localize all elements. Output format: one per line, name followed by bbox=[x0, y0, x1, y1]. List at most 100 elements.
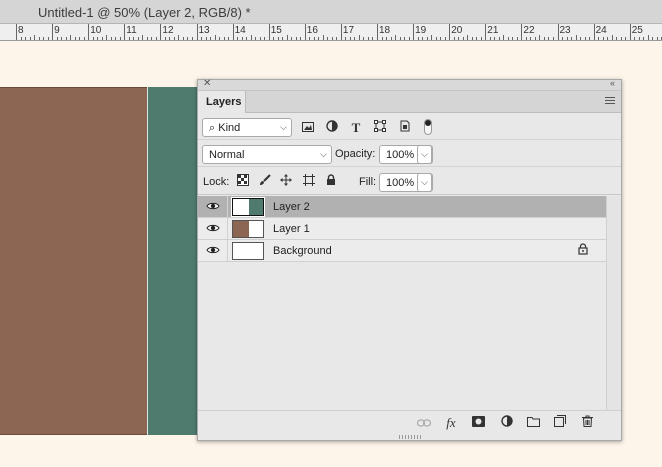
ruler-tick bbox=[219, 37, 221, 40]
ruler-label: 14 bbox=[234, 25, 246, 36]
eye-icon[interactable] bbox=[206, 200, 220, 214]
lock-image-pixels-icon[interactable] bbox=[257, 174, 273, 190]
layer-thumbnail bbox=[232, 220, 264, 238]
smart-object-filter-icon[interactable] bbox=[397, 120, 413, 136]
ruler-tick bbox=[196, 24, 198, 40]
ruler-tick bbox=[155, 37, 157, 40]
ruler-tick bbox=[629, 24, 631, 40]
ruler-tick bbox=[65, 37, 67, 40]
ruler-tick bbox=[169, 37, 171, 40]
image-filter-icon[interactable] bbox=[300, 120, 316, 136]
layer-list-scrollbar[interactable] bbox=[606, 196, 621, 410]
blend-mode-value: Normal bbox=[209, 149, 245, 161]
ruler-tick bbox=[530, 37, 532, 40]
ruler-tick bbox=[47, 37, 49, 40]
horizontal-ruler[interactable]: 8 9 10 11 12 13 14 15 16 17 18 19 20 21 22 23 24 25 bbox=[0, 24, 662, 41]
ruler-tick bbox=[340, 24, 342, 40]
opacity-label: Opacity: bbox=[335, 148, 376, 160]
document-tab[interactable]: Untitled-1 @ 50% (Layer 2, RGB/8) * bbox=[0, 0, 662, 24]
lock-transparent-pixels-icon[interactable] bbox=[235, 174, 251, 190]
blend-mode-select[interactable]: Normal ⌵ bbox=[202, 145, 332, 164]
fill-dropdown-button[interactable]: ⌵ bbox=[417, 173, 432, 192]
ruler-tick bbox=[602, 37, 604, 40]
ruler-tick bbox=[223, 37, 225, 40]
ruler-tick bbox=[237, 37, 239, 40]
ruler-tick bbox=[101, 37, 103, 40]
ruler-tick bbox=[61, 37, 63, 40]
layer-row-background[interactable]: Background bbox=[198, 240, 606, 262]
ruler-label: 20 bbox=[451, 25, 463, 36]
ruler-tick bbox=[246, 37, 248, 40]
ruler-tick bbox=[390, 37, 392, 40]
ruler-tick bbox=[611, 35, 613, 40]
ruler-tick bbox=[503, 35, 505, 40]
ruler-tick bbox=[241, 37, 243, 40]
ruler-tick bbox=[494, 37, 496, 40]
opacity-dropdown-button[interactable]: ⌵ bbox=[417, 145, 432, 164]
layer-list: Layer 2 Layer 1 Background bbox=[198, 196, 606, 410]
close-icon[interactable]: ✕ bbox=[203, 78, 211, 89]
ruler-tick bbox=[598, 37, 600, 40]
fill-label: Fill: bbox=[359, 176, 377, 188]
layer-row-layer-1[interactable]: Layer 1 bbox=[198, 218, 606, 240]
panel-menu-icon[interactable] bbox=[605, 97, 615, 105]
link-layers-icon[interactable] bbox=[416, 415, 432, 431]
resize-grip[interactable] bbox=[399, 435, 421, 439]
filter-kind-select[interactable]: ⌕ Kind ⌵ bbox=[202, 118, 292, 137]
lock-all-icon[interactable] bbox=[323, 174, 339, 190]
ruler-tick bbox=[83, 37, 85, 40]
ruler-tick bbox=[467, 35, 469, 40]
ruler-tick bbox=[43, 37, 45, 40]
ruler-tick bbox=[70, 35, 72, 40]
lock-artboard-icon[interactable] bbox=[301, 174, 317, 190]
lock-label: Lock: bbox=[203, 176, 230, 188]
shape-filter-icon[interactable] bbox=[372, 120, 388, 136]
tab-layers[interactable]: Layers bbox=[198, 91, 246, 113]
layer-name: Background bbox=[273, 245, 332, 257]
collapse-icon[interactable]: ‹‹ bbox=[610, 78, 615, 88]
ruler-tick bbox=[182, 37, 184, 40]
eye-icon[interactable] bbox=[206, 244, 220, 258]
adjustment-layer-icon[interactable] bbox=[499, 415, 515, 431]
trash-icon[interactable] bbox=[579, 415, 595, 431]
type-filter-icon[interactable]: T bbox=[348, 120, 364, 136]
ruler-label: 8 bbox=[18, 25, 24, 36]
group-folder-icon[interactable] bbox=[525, 415, 541, 431]
filter-toggle[interactable] bbox=[424, 119, 432, 135]
ruler-tick bbox=[616, 37, 618, 40]
ruler-tick bbox=[255, 37, 257, 40]
ruler-tick bbox=[205, 37, 207, 40]
ruler-tick bbox=[178, 35, 180, 40]
ruler-tick bbox=[521, 24, 523, 40]
fx-icon[interactable]: fx bbox=[443, 415, 459, 431]
mask-icon[interactable] bbox=[470, 415, 486, 431]
ruler-tick bbox=[264, 37, 266, 40]
ruler-label: 15 bbox=[270, 25, 282, 36]
ruler-tick bbox=[191, 37, 193, 40]
lock-position-icon[interactable] bbox=[278, 174, 294, 190]
layer-thumbnail bbox=[231, 197, 265, 217]
ruler-tick bbox=[367, 37, 369, 40]
ruler-tick bbox=[485, 24, 487, 40]
ruler-tick bbox=[584, 37, 586, 40]
ruler-label: 18 bbox=[379, 25, 391, 36]
ruler-tick bbox=[291, 37, 293, 40]
eye-icon[interactable] bbox=[206, 222, 220, 236]
ruler-tick bbox=[97, 37, 99, 40]
panel-title-bar[interactable]: ✕ ‹‹ bbox=[198, 78, 621, 91]
layer-row-layer-2[interactable]: Layer 2 bbox=[198, 196, 606, 218]
new-layer-icon[interactable] bbox=[552, 415, 568, 431]
ruler-tick bbox=[106, 35, 108, 40]
ruler-tick bbox=[525, 37, 527, 40]
lock-icon[interactable] bbox=[578, 243, 592, 257]
ruler-label: 16 bbox=[306, 25, 318, 36]
ruler-tick bbox=[543, 37, 545, 40]
layer-1-fill bbox=[0, 87, 147, 435]
fill-value: 100% bbox=[386, 177, 415, 189]
ruler-tick bbox=[201, 37, 202, 40]
ruler-tick bbox=[214, 35, 216, 40]
ruler-tick bbox=[498, 37, 500, 40]
ruler-tick bbox=[404, 37, 406, 40]
lock-row: Lock: Fill: 100% ⌵ bbox=[198, 169, 621, 195]
adjustment-filter-icon[interactable] bbox=[324, 120, 340, 136]
